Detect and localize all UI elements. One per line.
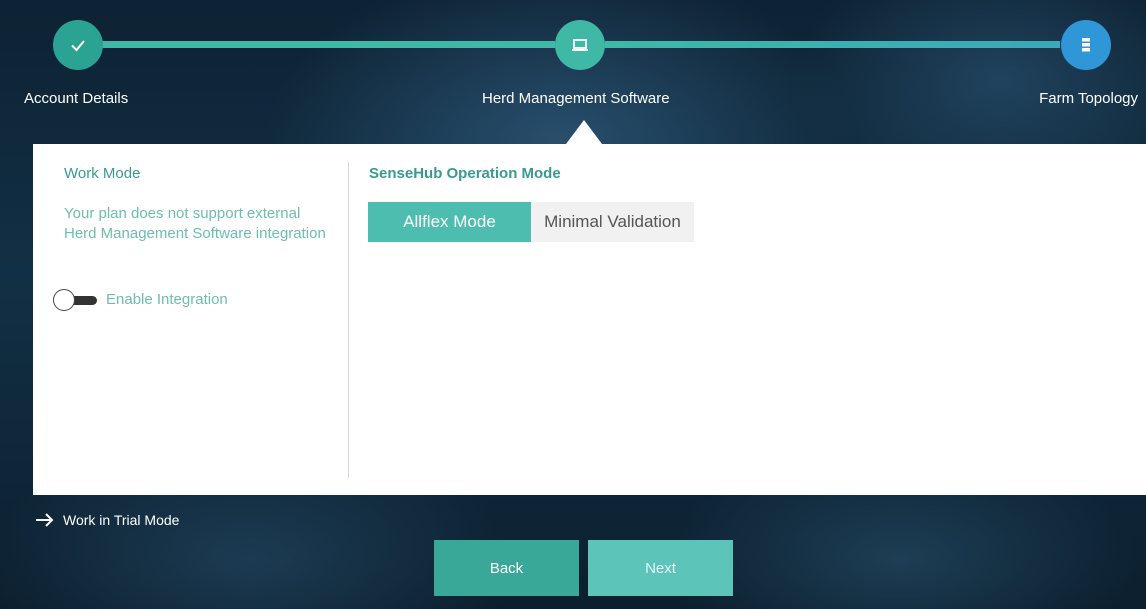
minimal-validation-option[interactable]: Minimal Validation xyxy=(531,202,694,242)
current-step-pointer xyxy=(566,120,602,144)
step-label-herd-management-software: Herd Management Software xyxy=(482,90,670,107)
work-in-trial-mode-link[interactable]: Work in Trial Mode xyxy=(35,512,179,528)
panel-divider xyxy=(348,162,349,478)
toggle-knob xyxy=(53,289,75,311)
back-button[interactable]: Back xyxy=(434,540,579,596)
step-label-farm-topology: Farm Topology xyxy=(1039,90,1138,107)
next-button[interactable]: Next xyxy=(588,540,733,596)
operation-mode-title: SenseHub Operation Mode xyxy=(369,165,561,182)
stepper-progress-line-2 xyxy=(605,41,1060,48)
step-label-account-details: Account Details xyxy=(24,90,129,107)
arrow-right-icon xyxy=(36,513,54,527)
check-icon xyxy=(71,40,85,52)
settings-card: Work Mode Your plan does not support ext… xyxy=(33,144,1146,495)
work-mode-panel: Work Mode Your plan does not support ext… xyxy=(33,144,348,495)
work-mode-description: Your plan does not support external Herd… xyxy=(64,205,326,242)
trial-mode-label: Work in Trial Mode xyxy=(63,512,180,528)
enable-integration-label: Enable Integration xyxy=(106,291,228,308)
laptop-icon xyxy=(572,39,588,51)
stepper-progress-line-1 xyxy=(100,41,555,48)
step-herd-management-software[interactable] xyxy=(555,20,605,70)
server-icon xyxy=(1082,38,1090,52)
wizard-stepper: Account Details Herd Management Software… xyxy=(0,0,1146,130)
allflex-mode-option[interactable]: Allflex Mode xyxy=(368,202,531,242)
work-mode-title: Work Mode xyxy=(64,165,141,182)
step-account-details[interactable] xyxy=(53,20,103,70)
step-farm-topology[interactable] xyxy=(1061,20,1111,70)
operation-mode-selector: Allflex Mode Minimal Validation xyxy=(368,202,694,242)
enable-integration-toggle[interactable] xyxy=(53,289,99,311)
